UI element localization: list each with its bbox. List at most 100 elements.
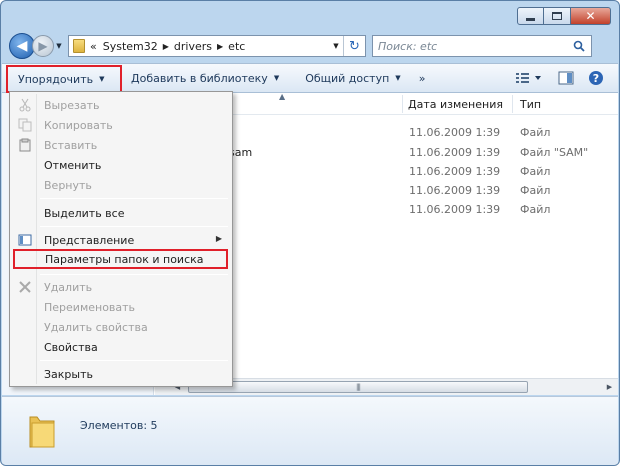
paste-icon <box>19 138 31 152</box>
breadcrumb-etc[interactable]: etc <box>228 40 245 53</box>
scroll-thumb[interactable]: ||| <box>188 381 528 393</box>
chevron-right-icon: ▶ <box>606 383 613 391</box>
search-placeholder: Поиск: etc <box>378 39 438 53</box>
menu-item-select-all[interactable]: Выделить все <box>12 203 230 223</box>
help-icon: ? <box>589 71 603 85</box>
search-icon[interactable] <box>573 40 585 52</box>
address-dropdown-button[interactable]: ▼ <box>329 36 343 56</box>
submenu-arrow-icon: ▶ <box>215 234 222 243</box>
organize-button[interactable]: Упорядочить ▼ <box>6 65 122 93</box>
svg-text:?: ? <box>593 72 599 85</box>
file-type: Файл <box>520 203 551 216</box>
menu-item-folder-options[interactable]: Параметры папок и поиска <box>13 249 228 269</box>
menu-item-delete[interactable]: Удалить <box>12 277 230 297</box>
navigation-bar: ◀ ▶ ▼ « System32 ▶ drivers ▶ etc ▼ ↻ Пои… <box>9 33 611 59</box>
sort-ascending-icon: ▲ <box>279 92 286 101</box>
file-date: 11.06.2009 1:39 <box>409 165 501 178</box>
menu-item-cut[interactable]: Вырезать <box>12 95 230 115</box>
grip-icon: ||| <box>355 383 361 391</box>
chevron-down-icon: ▼ <box>56 42 62 50</box>
menu-item-label: Удалить свойства <box>44 320 148 334</box>
preview-pane-button[interactable] <box>554 68 578 88</box>
file-date: 11.06.2009 1:39 <box>409 184 501 197</box>
chevron-down-icon: ▼ <box>99 75 105 83</box>
forward-button[interactable]: ▶ <box>32 35 54 57</box>
menu-item-label: Переименовать <box>44 300 136 314</box>
menu-item-label: Вставить <box>44 138 98 152</box>
menu-separator <box>40 198 228 199</box>
scissors-icon <box>19 98 31 112</box>
menu-item-label: Отменить <box>44 158 102 172</box>
refresh-button[interactable]: ↻ <box>343 36 365 56</box>
minimize-icon <box>526 17 535 21</box>
menu-item-layout[interactable]: Представление ▶ <box>12 230 230 250</box>
maximize-button[interactable] <box>544 7 571 25</box>
column-date-modified[interactable]: Дата изменения <box>408 98 503 111</box>
menu-item-label: Свойства <box>44 340 98 354</box>
refresh-icon: ↻ <box>349 38 360 54</box>
menu-separator <box>40 226 228 227</box>
menu-item-label: Параметры папок и поиска <box>45 252 204 266</box>
help-button[interactable]: ? <box>584 68 608 88</box>
recent-pages-dropdown[interactable]: ▼ <box>54 36 64 56</box>
maximize-icon <box>552 12 562 20</box>
menu-item-remove-properties[interactable]: Удалить свойства <box>12 317 230 337</box>
delete-x-icon <box>19 281 31 293</box>
forward-arrow-icon: ▶ <box>38 39 48 53</box>
breadcrumb-separator-icon[interactable]: ▶ <box>217 42 223 51</box>
file-date: 11.06.2009 1:39 <box>409 146 501 159</box>
column-divider[interactable] <box>512 95 513 113</box>
minimize-button[interactable] <box>517 7 544 25</box>
share-button[interactable]: Общий доступ ▼ <box>296 63 409 93</box>
chevron-down-icon: ▼ <box>273 74 280 82</box>
caption-buttons: ✕ <box>517 7 611 25</box>
file-date: 11.06.2009 1:39 <box>409 126 501 139</box>
copy-icon <box>18 118 32 132</box>
breadcrumb-drivers[interactable]: drivers <box>174 40 212 53</box>
column-type[interactable]: Тип <box>520 98 541 111</box>
menu-item-label: Вернуть <box>44 178 92 192</box>
preview-pane-icon <box>558 71 574 85</box>
more-commands-label: » <box>418 71 426 85</box>
close-icon: ✕ <box>585 9 596 23</box>
menu-item-close[interactable]: Закрыть <box>12 364 230 384</box>
back-arrow-icon: ◀ <box>16 38 28 54</box>
view-list-icon <box>516 73 541 83</box>
change-view-button[interactable] <box>512 68 548 88</box>
menu-item-label: Представление <box>44 233 135 247</box>
menu-item-properties[interactable]: Свойства <box>12 337 230 357</box>
command-bar: Упорядочить ▼ Добавить в библиотеку ▼ Об… <box>2 63 618 93</box>
layout-icon <box>18 234 32 246</box>
address-bar[interactable]: « System32 ▶ drivers ▶ etc ▼ ↻ <box>68 35 366 57</box>
breadcrumb-overflow[interactable]: « <box>90 40 97 53</box>
breadcrumb-system32[interactable]: System32 <box>103 40 158 53</box>
menu-item-undo[interactable]: Отменить <box>12 155 230 175</box>
folder-icon <box>73 39 85 53</box>
menu-item-rename[interactable]: Переименовать <box>12 297 230 317</box>
column-divider[interactable] <box>402 95 403 113</box>
menu-item-copy[interactable]: Копировать <box>12 115 230 135</box>
close-window-button[interactable]: ✕ <box>571 7 611 25</box>
menu-item-label: Удалить <box>44 280 93 294</box>
menu-item-label: Закрыть <box>44 367 93 381</box>
more-commands-button[interactable]: » <box>410 63 435 93</box>
add-to-library-label: Добавить в библиотеку <box>131 71 268 85</box>
items-count: Элементов: 5 <box>80 419 158 432</box>
breadcrumb-separator-icon[interactable]: ▶ <box>163 42 169 51</box>
search-input[interactable]: Поиск: etc <box>372 35 592 57</box>
menu-separator <box>40 360 228 361</box>
file-type: Файл <box>520 184 551 197</box>
add-to-library-button[interactable]: Добавить в библиотеку ▼ <box>122 63 288 93</box>
scroll-right-button[interactable]: ▶ <box>601 379 618 395</box>
menu-separator <box>40 274 228 275</box>
menu-item-label: Вырезать <box>44 98 100 112</box>
menu-item-redo[interactable]: Вернуть <box>12 175 230 195</box>
explorer-window: ✕ ◀ ▶ ▼ « System32 ▶ drivers ▶ etc ▼ ↻ П… <box>0 0 620 466</box>
folder-icon <box>29 416 55 448</box>
file-type: Файл "SAM" <box>520 146 589 159</box>
menu-item-label: Выделить все <box>44 206 125 220</box>
file-type: Файл <box>520 165 551 178</box>
menu-item-paste[interactable]: Вставить <box>12 135 230 155</box>
chevron-down-icon: ▼ <box>395 74 401 82</box>
chevron-down-icon: ▼ <box>333 42 339 50</box>
